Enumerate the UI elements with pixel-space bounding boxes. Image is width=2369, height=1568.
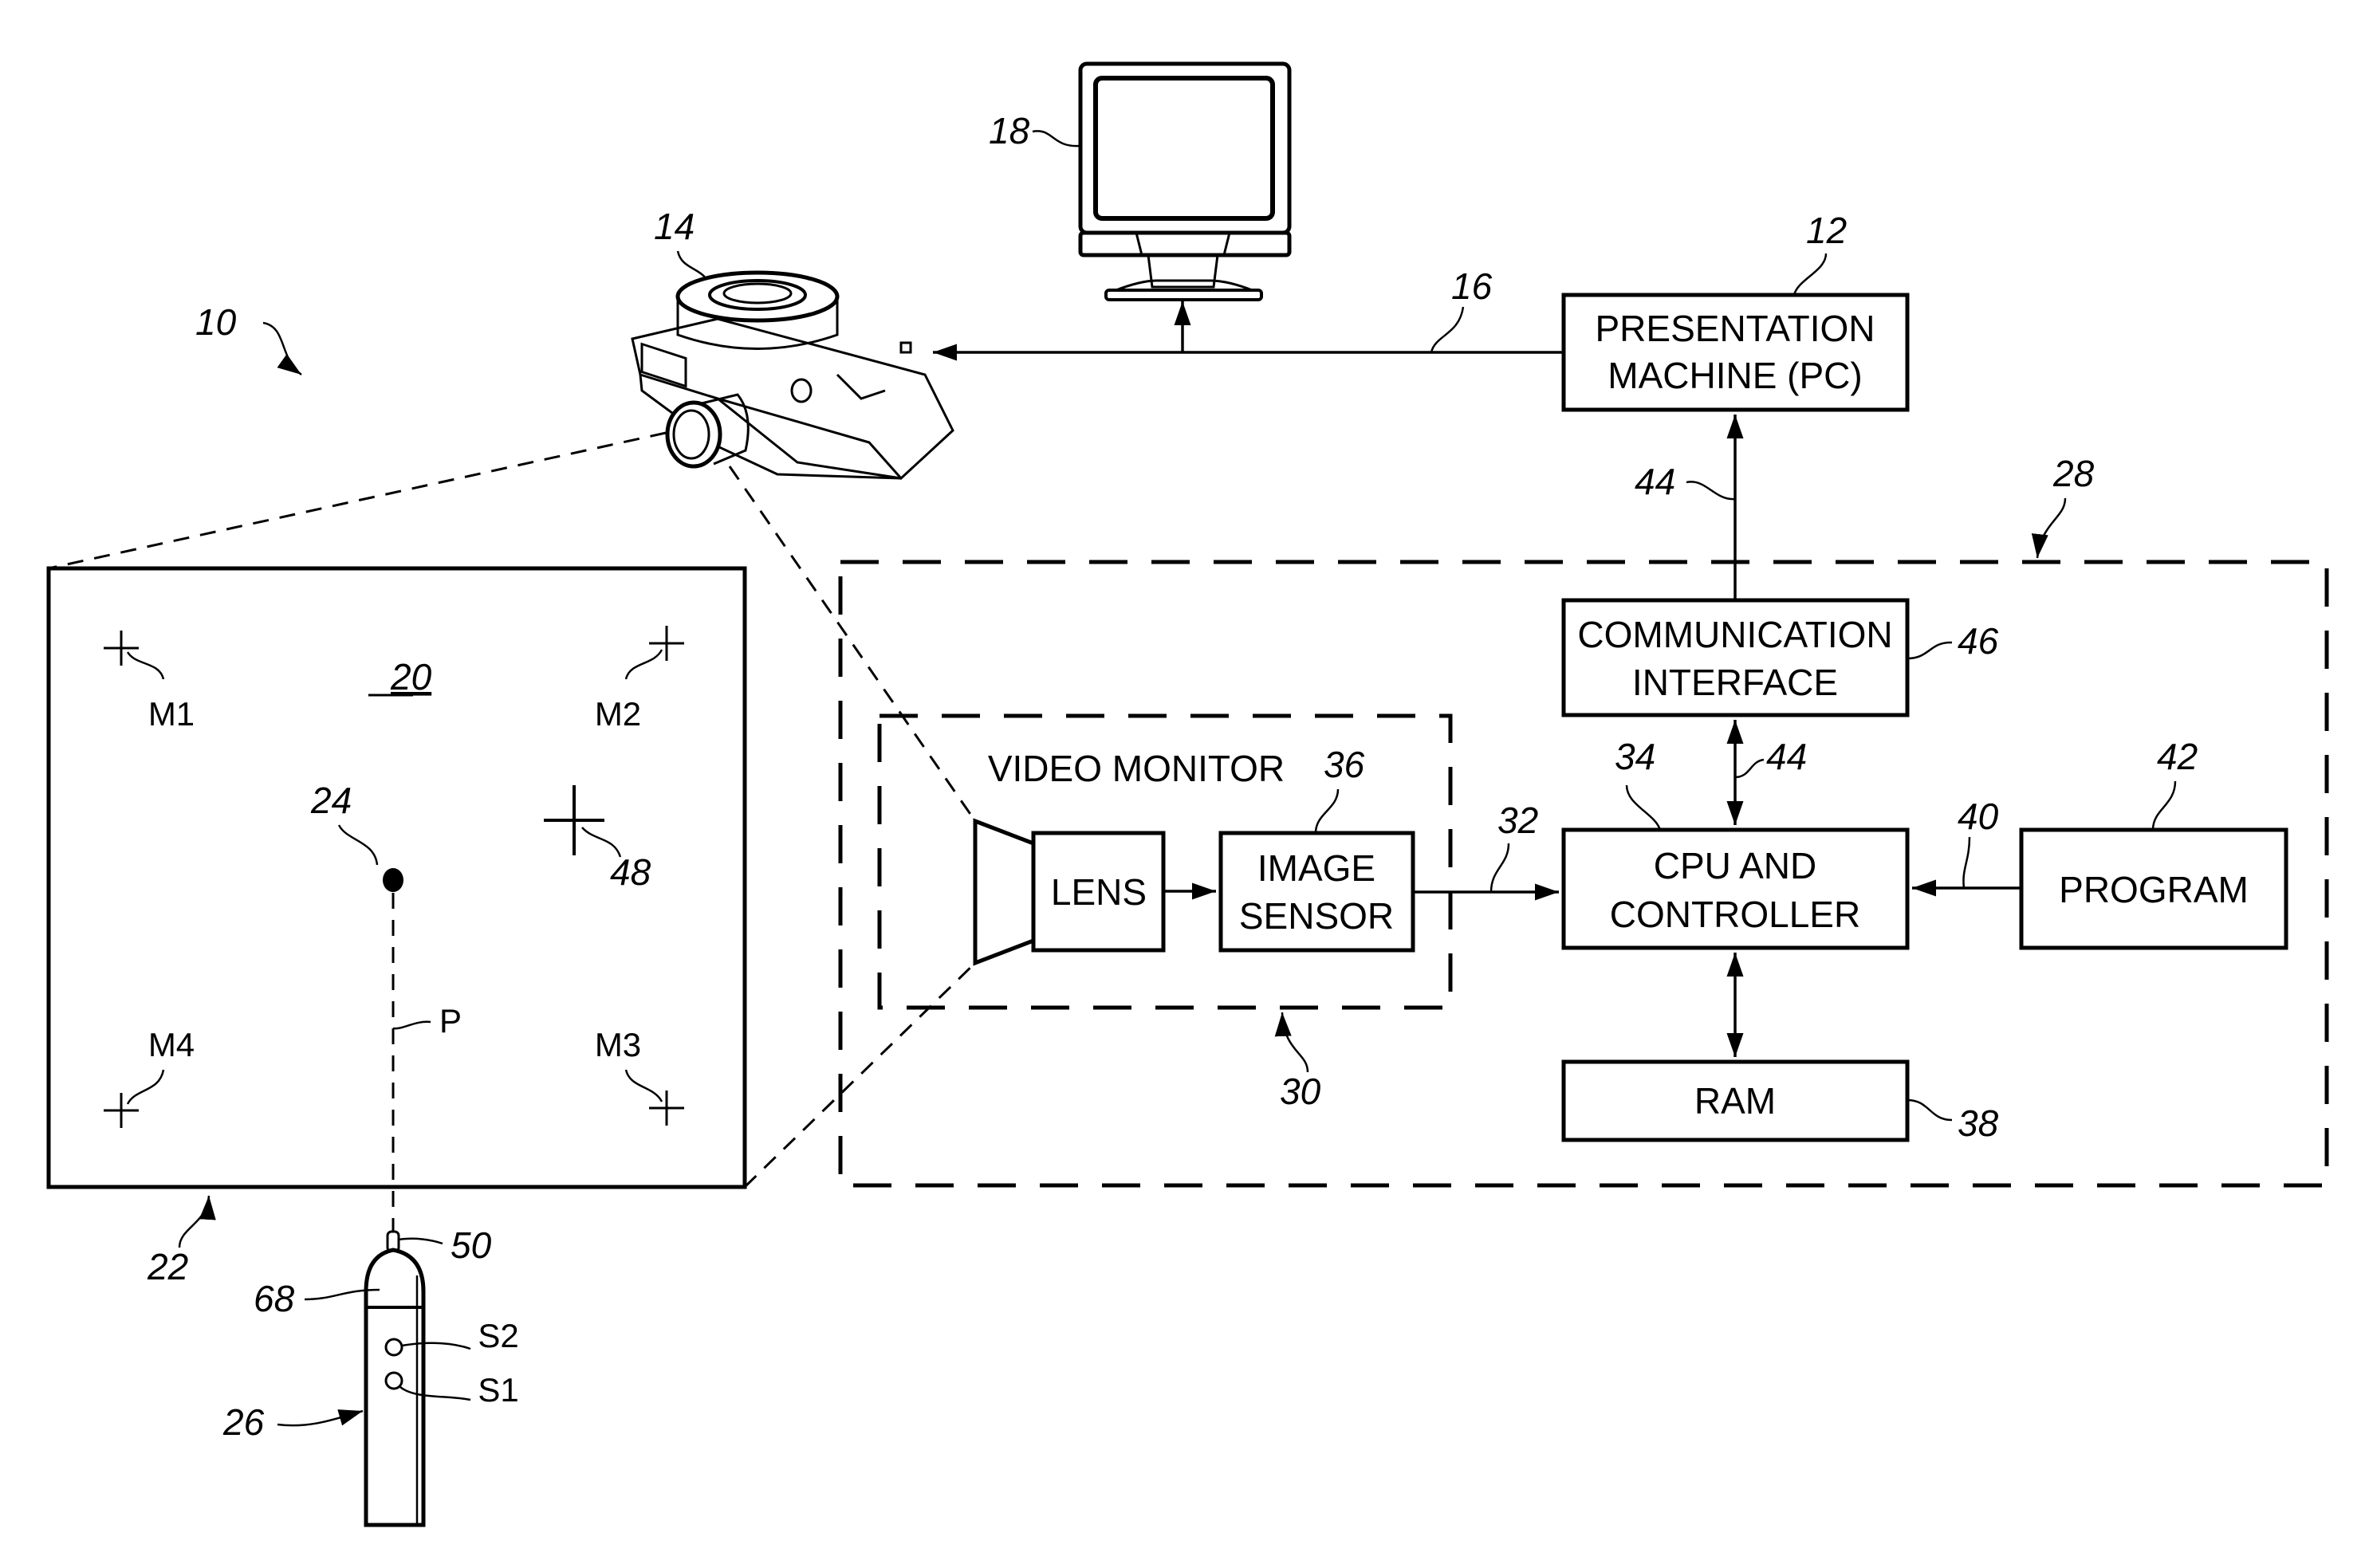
svg-text:M1: M1 <box>148 695 195 733</box>
svg-text:P: P <box>439 1002 462 1039</box>
patent-figure: 10 18 14 16 PRESENTATION MACHINE (PC) 12… <box>46 61 2329 1527</box>
switch-s2-button[interactable] <box>384 1338 403 1357</box>
switch-s1-button[interactable] <box>384 1371 403 1390</box>
svg-text:M3: M3 <box>595 1026 641 1063</box>
svg-text:44: 44 <box>1635 461 1675 502</box>
communication-interface-block: COMMUNICATION INTERFACE 46 <box>1561 598 1999 717</box>
presentation-machine-block: PRESENTATION MACHINE (PC) 12 <box>1561 210 1910 412</box>
video-camera-block: VIDEO MONITOR LENS IMAGE SENSOR 36 30 <box>877 713 1453 1112</box>
svg-text:PROGRAM: PROGRAM <box>2059 869 2249 910</box>
svg-text:S1: S1 <box>478 1371 518 1409</box>
svg-text:10: 10 <box>195 301 237 343</box>
svg-text:44: 44 <box>1766 736 1807 777</box>
projection-screen: 20 M1 M2 M3 M4 48 24 P 22 <box>46 566 747 1287</box>
svg-text:18: 18 <box>989 110 1030 151</box>
projector-icon: 14 <box>631 206 954 481</box>
svg-text:M4: M4 <box>148 1026 195 1063</box>
svg-text:COMMUNICATION: COMMUNICATION <box>1577 614 1892 655</box>
svg-text:MACHINE (PC): MACHINE (PC) <box>1608 355 1862 396</box>
svg-text:CONTROLLER: CONTROLLER <box>1610 894 1860 935</box>
svg-text:SENSOR: SENSOR <box>1239 895 1394 937</box>
svg-text:PRESENTATION: PRESENTATION <box>1596 308 1875 349</box>
svg-text:32: 32 <box>1497 800 1538 841</box>
svg-text:VIDEO MONITOR: VIDEO MONITOR <box>988 748 1285 789</box>
svg-text:38: 38 <box>1958 1102 1999 1144</box>
svg-text:28: 28 <box>2052 453 2095 494</box>
svg-text:50: 50 <box>451 1224 492 1266</box>
svg-text:16: 16 <box>1451 265 1493 307</box>
svg-text:RAM: RAM <box>1694 1080 1776 1122</box>
monitor-icon: 18 <box>989 61 1292 301</box>
laser-pointer-device[interactable]: 50 68 S2 S1 26 <box>222 1224 519 1527</box>
svg-text:40: 40 <box>1958 796 1999 837</box>
svg-text:20: 20 <box>390 656 432 698</box>
svg-text:42: 42 <box>2157 736 2198 777</box>
ram-block: RAM 38 <box>1561 1059 1999 1144</box>
svg-text:22: 22 <box>147 1246 188 1287</box>
svg-text:26: 26 <box>222 1401 265 1443</box>
svg-text:48: 48 <box>610 851 651 893</box>
svg-text:46: 46 <box>1958 620 1999 662</box>
svg-text:36: 36 <box>1324 744 1365 785</box>
svg-text:IMAGE: IMAGE <box>1257 847 1375 889</box>
svg-text:24: 24 <box>310 780 352 821</box>
svg-text:LENS: LENS <box>1051 871 1147 913</box>
svg-text:12: 12 <box>1806 210 1847 251</box>
svg-text:INTERFACE: INTERFACE <box>1632 662 1838 703</box>
connection-line: 16 <box>933 265 1564 361</box>
svg-text:68: 68 <box>254 1278 295 1319</box>
program-block: PROGRAM 42 <box>2019 736 2288 950</box>
svg-text:CPU AND: CPU AND <box>1654 845 1816 886</box>
svg-text:S2: S2 <box>478 1317 518 1354</box>
svg-text:14: 14 <box>654 206 695 247</box>
system-reference: 10 <box>195 301 302 376</box>
svg-text:30: 30 <box>1280 1071 1321 1112</box>
svg-text:M2: M2 <box>595 695 641 733</box>
svg-text:34: 34 <box>1615 736 1655 777</box>
